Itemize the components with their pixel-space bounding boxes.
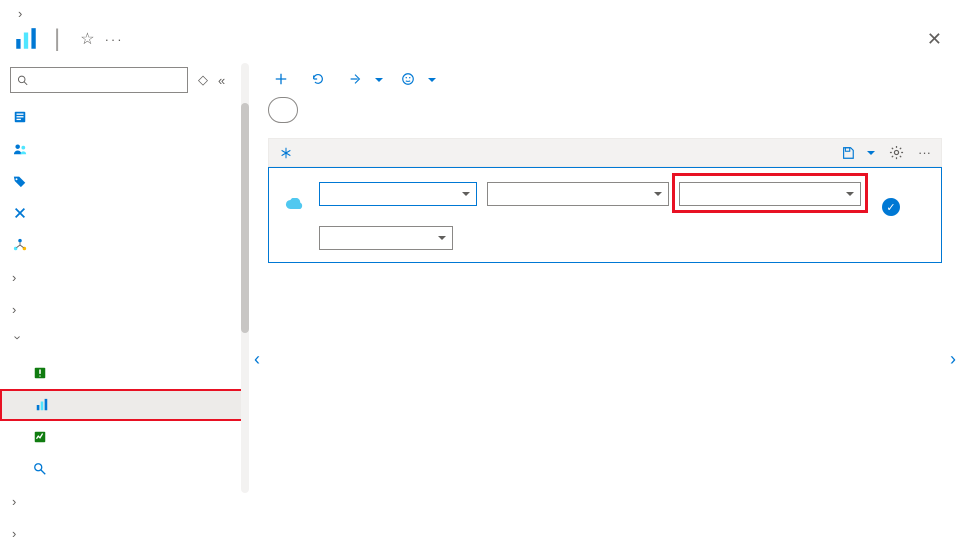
- sidebar-item-diag-settings[interactable]: [0, 421, 249, 453]
- chart-action-bar: ···: [268, 138, 942, 167]
- resource-viz-icon: [12, 237, 28, 253]
- page-header: | ☆ ··· ✕: [0, 21, 960, 55]
- feedback-button[interactable]: [395, 69, 442, 89]
- chevron-down-icon: ›: [11, 335, 26, 347]
- search-icon: [17, 74, 29, 87]
- sidebar-item-monitoring[interactable]: ›: [0, 325, 249, 357]
- sidebar-item-tags[interactable]: [0, 165, 249, 197]
- main-content: ··· ✓: [250, 63, 960, 526]
- split-icon: [279, 146, 293, 160]
- chart-settings-icon[interactable]: [889, 145, 904, 160]
- close-icon[interactable]: ✕: [927, 29, 942, 50]
- sidebar-item-diagnose[interactable]: [0, 197, 249, 229]
- apply-splitting-button[interactable]: [279, 146, 298, 160]
- sidebar-item-logs[interactable]: [0, 453, 249, 485]
- breadcrumb-sep: ›: [18, 6, 22, 21]
- scope-select[interactable]: [319, 182, 477, 206]
- activity-log-icon: [12, 109, 28, 125]
- time-range-pill[interactable]: [268, 97, 298, 123]
- metrics-toolbar: [250, 63, 960, 95]
- namespace-select[interactable]: [487, 182, 669, 206]
- metrics-icon: [34, 397, 50, 413]
- sidebar-item-rv[interactable]: [0, 229, 249, 261]
- sidebar-item-activity[interactable]: [0, 101, 249, 133]
- breadcrumb: ›: [0, 0, 960, 21]
- diag-settings-icon: [32, 429, 48, 445]
- pin-icon[interactable]: ◇: [198, 72, 208, 88]
- metric-config: ✓: [268, 167, 942, 263]
- diagnose-icon: [12, 205, 28, 221]
- tag-icon: [12, 173, 28, 189]
- chevron-right-icon: ›: [12, 302, 24, 317]
- iam-icon: [12, 141, 28, 157]
- chart-next-icon[interactable]: ›: [950, 349, 956, 370]
- chevron-right-icon: ›: [12, 526, 24, 541]
- chart-more-icon[interactable]: ···: [918, 145, 931, 160]
- logs-icon: [32, 461, 48, 477]
- save-icon: [841, 146, 855, 160]
- favorite-icon[interactable]: ☆: [80, 29, 94, 49]
- chevron-right-icon: ›: [12, 494, 24, 509]
- collapse-icon[interactable]: «: [218, 73, 225, 88]
- new-chart-button[interactable]: [268, 69, 299, 89]
- refresh-button[interactable]: [305, 69, 336, 89]
- sidebar-item-rm[interactable]: ›: [0, 261, 249, 293]
- sidebar-item-help[interactable]: ›: [0, 517, 249, 549]
- sidebar-item-security[interactable]: ›: [0, 293, 249, 325]
- sidebar-scrollbar[interactable]: [241, 63, 249, 493]
- config-confirm-icon[interactable]: ✓: [871, 180, 911, 216]
- aggregation-select[interactable]: [319, 226, 453, 250]
- alerts-icon: [32, 365, 48, 381]
- save-dashboard-button[interactable]: [841, 146, 875, 160]
- sidebar-item-alerts[interactable]: [0, 357, 249, 389]
- sidebar: ◇ « › › › › ›: [0, 63, 250, 526]
- resource-icon: [12, 25, 40, 53]
- chevron-right-icon: ›: [12, 270, 24, 285]
- more-icon[interactable]: ···: [105, 32, 124, 47]
- sidebar-item-metrics[interactable]: [0, 389, 249, 421]
- chart-prev-icon[interactable]: ‹: [254, 349, 260, 370]
- search-input[interactable]: [35, 73, 181, 88]
- metrics-chart: [288, 277, 872, 437]
- sidebar-search[interactable]: [10, 67, 188, 93]
- page-subtitle: [0, 55, 960, 63]
- sidebar-item-automation[interactable]: ›: [0, 485, 249, 517]
- share-button[interactable]: [342, 69, 389, 89]
- sidebar-item-iam[interactable]: [0, 133, 249, 165]
- cloud-icon: [285, 180, 309, 210]
- metric-select[interactable]: [679, 182, 861, 206]
- chart-area: ‹ ›: [268, 277, 942, 457]
